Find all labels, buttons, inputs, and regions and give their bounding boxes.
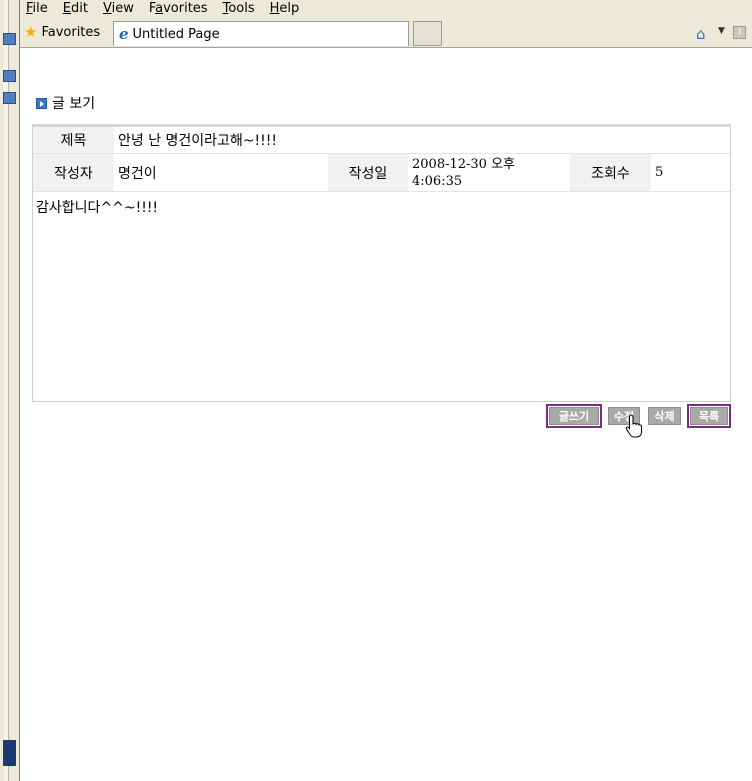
section-title-text: 글 보기: [52, 96, 96, 112]
bullet-icon: [36, 97, 47, 109]
home-icon[interactable]: ⌂: [696, 25, 706, 43]
background-tab-icon: [3, 92, 16, 104]
chevron-down-icon[interactable]: ▼: [718, 26, 725, 36]
author-value: 명건이: [118, 165, 157, 182]
page-content: 글 보기 제목 안녕 난 명건이라고해~!!!! 작성자 명건이 작성일 200…: [21, 48, 752, 781]
date-value: 2008-12-30 오후 4:06:35: [408, 154, 570, 191]
star-icon: ★: [24, 23, 38, 41]
background-window-strip: [0, 0, 20, 781]
delete-button[interactable]: 삭제: [648, 407, 681, 425]
list-button[interactable]: 목록: [687, 404, 731, 428]
menu-tools[interactable]: Tools: [223, 1, 255, 16]
views-value: 5: [655, 165, 664, 180]
menu-bar: File Edit View Favorites Tools Help: [20, 0, 752, 17]
menu-help[interactable]: Help: [270, 1, 300, 16]
section-title: 글 보기: [36, 93, 95, 113]
post-info-row: 작성자 명건이 작성일 2008-12-30 오후 4:06:35 조회수 5: [33, 154, 730, 192]
date-label: 작성일: [328, 154, 408, 191]
menu-edit[interactable]: Edit: [63, 1, 88, 16]
favorites-label: Favorites: [41, 24, 101, 40]
background-tab-icon: [3, 33, 16, 45]
favorites-tab-bar: ★ Favorites e Untitled Page ⌂ ▼ ): [20, 17, 752, 48]
views-label: 조회수: [570, 154, 651, 191]
menu-view[interactable]: View: [103, 1, 134, 16]
date-value-line1: 2008-12-30 오후: [412, 156, 516, 172]
post-title-row: 제목 안녕 난 명건이라고해~!!!!: [33, 127, 730, 154]
new-tab-button[interactable]: [413, 21, 442, 46]
hand-cursor-icon: [625, 414, 642, 438]
date-value-line2: 4:06:35: [412, 173, 463, 189]
ie-icon: e: [119, 25, 129, 43]
tab-title: Untitled Page: [132, 26, 220, 42]
rss-icon[interactable]: ): [733, 26, 746, 39]
menu-favorites[interactable]: Favorites: [149, 1, 208, 16]
browser-tab-active[interactable]: e Untitled Page: [113, 21, 409, 46]
background-window-border: [4, 0, 9, 781]
write-button[interactable]: 글쓰기: [546, 404, 602, 428]
post-body: 감사합니다^^~!!!!: [36, 200, 159, 216]
title-label: 제목: [33, 127, 114, 153]
favorites-button[interactable]: ★ Favorites: [24, 23, 100, 41]
background-tab-icon: [3, 70, 16, 82]
background-taskbar-block: [3, 740, 16, 766]
menu-file[interactable]: File: [26, 1, 48, 16]
post-view-table: 제목 안녕 난 명건이라고해~!!!! 작성자 명건이 작성일 2008-12-…: [32, 124, 731, 402]
title-value: 안녕 난 명건이라고해~!!!!: [118, 133, 277, 149]
author-label: 작성자: [33, 154, 114, 191]
